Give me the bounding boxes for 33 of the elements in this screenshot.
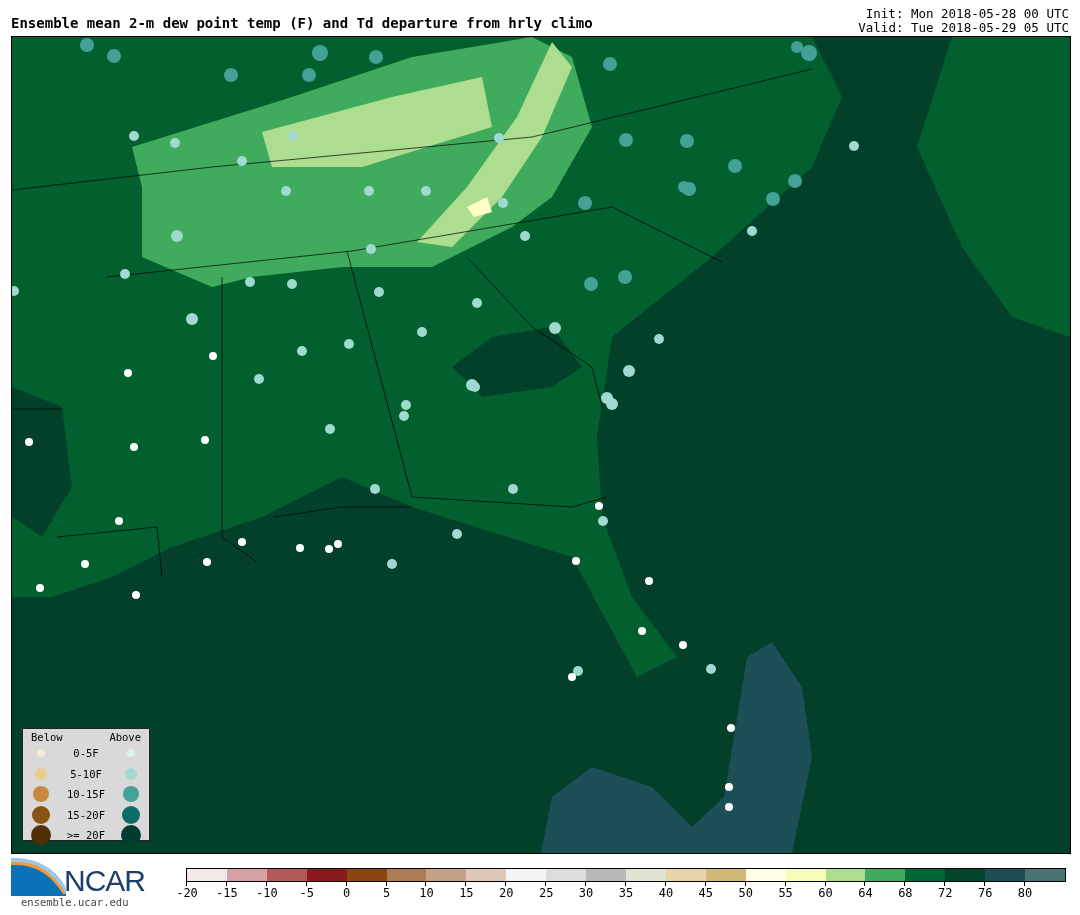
colorbar-tick-label: 76 (977, 886, 993, 900)
colorbar-tick-label: 15 (459, 886, 474, 900)
colorbar-tick-label: 25 (538, 886, 554, 900)
colorbar-tick-label: 72 (938, 886, 953, 900)
colorbar-tick-label: 0 (343, 886, 351, 900)
colorbar-tick-label: 50 (738, 886, 753, 900)
legend-label: 10-15F (66, 788, 106, 801)
colorbar-tick-label: 30 (578, 886, 594, 900)
legend-label: 0-5F (72, 747, 100, 760)
legend-label: >= 20F (66, 829, 106, 842)
colorbar-tick-label: 10 (419, 886, 434, 900)
valid-time: Valid: Tue 2018-05-29 05 UTC (858, 21, 1069, 35)
colorbar-tick-label: 64 (858, 886, 873, 900)
colorbar-tick-label: 68 (898, 886, 913, 900)
legend-heading: Above (108, 731, 142, 743)
colorbar-tick-label: -15 (216, 886, 238, 900)
legend-heading: Below (30, 731, 64, 743)
colorbar-tick-label: 20 (499, 886, 514, 900)
chart-title: Ensemble mean 2-m dew point temp (F) and Td departure from hrly climo (11, 15, 593, 33)
logo-text: NCAR (64, 866, 145, 896)
colorbar-tick-label: 40 (658, 886, 674, 900)
colorbar-tick-label: 45 (698, 886, 714, 900)
legend-label: 15-20F (66, 808, 106, 821)
colorbar-tick-label: 60 (818, 886, 833, 900)
swoosh-logo-icon (11, 858, 66, 896)
init-time: Init: Mon 2018-05-28 00 UTC (865, 7, 1069, 21)
colorbar-tick-label: 80 (1017, 886, 1033, 900)
colorbar-tick-label: 5 (382, 886, 391, 900)
colorbar-tick-label: 55 (778, 886, 793, 900)
colorbar-tick-label: 35 (618, 886, 634, 900)
colorbar-tick-label: -5 (299, 886, 314, 900)
colorbar-tick-label: -10 (255, 886, 278, 900)
legend-label: 5-10F (69, 767, 103, 780)
